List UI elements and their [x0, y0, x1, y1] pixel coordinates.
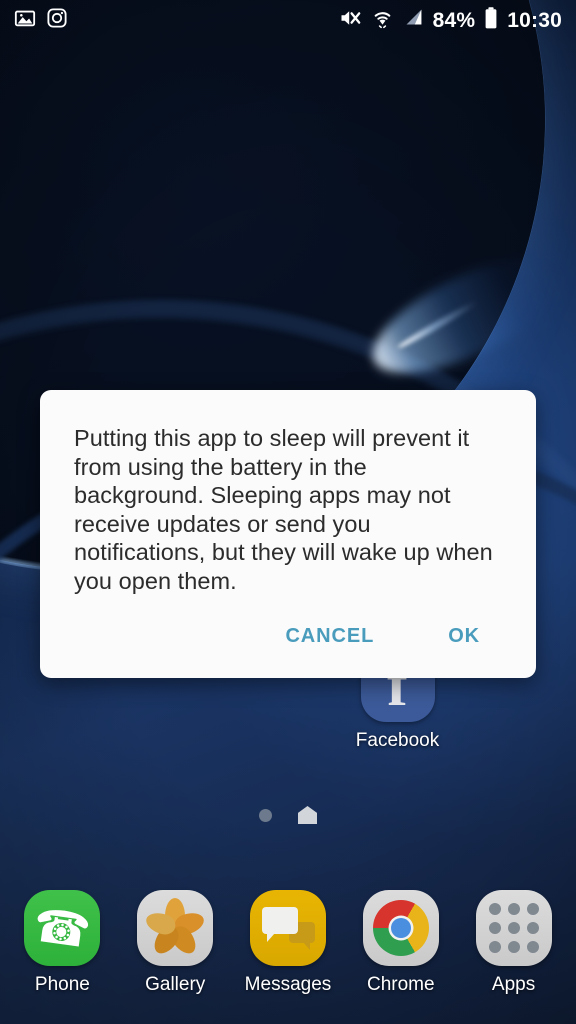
ok-button[interactable]: OK [438, 617, 490, 656]
phone-screen: 84% 10:30 f Facebook ☎ Phone Gallery Mes… [0, 0, 576, 1024]
dialog-message-text: Putting this app to sleep will prevent i… [74, 425, 493, 594]
dialog-action-bar: CANCEL OK [74, 595, 502, 678]
cancel-button[interactable]: CANCEL [275, 617, 384, 656]
sleep-app-dialog: Putting this app to sleep will prevent i… [40, 390, 536, 678]
